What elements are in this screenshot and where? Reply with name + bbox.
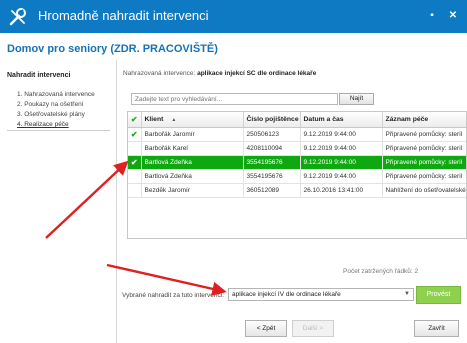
cell-klient: Barbořák Karel bbox=[141, 141, 244, 156]
replaced-label: Nahrazovaná intervence: bbox=[123, 70, 196, 77]
checkmark-icon: ✔ bbox=[130, 157, 138, 167]
cell-cislo: 360512089 bbox=[243, 183, 301, 198]
next-button[interactable]: Další > bbox=[292, 320, 334, 337]
wizard-step-2[interactable]: 2. Poukazy na ošetření bbox=[17, 100, 95, 110]
chevron-down-icon: ▼ bbox=[404, 291, 410, 297]
wizard-sidebar: Nahradit intervenci 1. Nahrazovaná inter… bbox=[0, 68, 112, 343]
cell-zaznam: Připravené pomůcky: steril bbox=[382, 169, 466, 184]
row-checkbox[interactable] bbox=[128, 169, 142, 184]
cell-cislo: 3554195676 bbox=[243, 169, 301, 184]
column-header-datum[interactable]: Datum a čas bbox=[300, 112, 383, 128]
close-button[interactable]: Zavřít bbox=[414, 320, 459, 337]
title-bar: Hromadně nahradit intervenci ▪ ✕ bbox=[0, 0, 467, 33]
page-title: Domov pro seniory (ZDR. PRACOVIŠTĚ) bbox=[7, 43, 218, 55]
cell-datum: 9.12.2019 9:44:00 bbox=[300, 169, 383, 184]
column-header-zaznam[interactable]: Záznam péče bbox=[382, 112, 466, 128]
replacement-label: Vybrané nahradit za tuto intervenci: bbox=[122, 292, 225, 299]
close-icon[interactable]: ✕ bbox=[447, 9, 459, 23]
cell-zaznam: Připravené pomůcky: steril bbox=[382, 127, 466, 142]
cell-datum: 9.12.2019 9:44:00 bbox=[300, 141, 383, 156]
replaced-value: aplikace injekcí SC dle ordinace lékaře bbox=[197, 70, 317, 77]
wizard-step-1[interactable]: 1. Nahrazovaná intervence bbox=[17, 90, 95, 100]
apply-button[interactable]: Provést bbox=[416, 286, 461, 304]
table-header: ✔ Klient ▲ Číslo pojištěnce Datum a čas Z… bbox=[128, 112, 466, 128]
context-suffix: (ZDR. PRACOVIŠTĚ) bbox=[110, 43, 218, 55]
row-checkbox[interactable] bbox=[128, 141, 142, 156]
cell-zaznam: Nahlížení do ošetřovatelské bbox=[382, 183, 466, 198]
checkmark-icon: ✔ bbox=[130, 129, 138, 139]
cell-klient: Barbořák Jaromír bbox=[141, 127, 244, 142]
cell-datum: 26.10.2016 13:41:00 bbox=[300, 183, 383, 198]
table-row[interactable]: Barbořák Karel 4208110094 9.12.2019 9:44… bbox=[128, 141, 466, 156]
sort-asc-icon: ▲ bbox=[171, 116, 177, 123]
wrench-screwdriver-icon bbox=[9, 8, 26, 26]
back-button[interactable]: < Zpět bbox=[245, 320, 287, 337]
main-panel: Nahrazovaná intervence: aplikace injekcí… bbox=[116, 60, 467, 343]
replacement-selected-value: aplikace injekcí IV dle ordinace lékaře bbox=[232, 291, 341, 298]
cell-datum: 9.12.2019 9:44:00 bbox=[300, 127, 383, 142]
column-header-cislo[interactable]: Číslo pojištěnce bbox=[243, 112, 301, 128]
care-records-table: ✔ Klient ▲ Číslo pojištěnce Datum a čas Z… bbox=[127, 111, 467, 239]
replacement-select[interactable]: aplikace injekcí IV dle ordinace lékaře … bbox=[228, 288, 414, 301]
wizard-step-4[interactable]: 4. Realizace péče bbox=[17, 120, 95, 130]
cell-zaznam: Připravené pomůcky: steril bbox=[382, 155, 466, 170]
cell-cislo: 250506123 bbox=[243, 127, 301, 142]
table-row-selected[interactable]: ✔ Bartlová Zdeňka 3554195676 9.12.2019 9… bbox=[128, 155, 466, 170]
context-name: Domov pro seniory bbox=[7, 43, 108, 55]
check-all-icon[interactable]: ✔ bbox=[128, 112, 142, 128]
wizard-step-3[interactable]: 3. Ošetřovatelské plány bbox=[17, 110, 95, 120]
replaced-intervention: Nahrazovaná intervence: aplikace injekcí… bbox=[123, 70, 316, 77]
cell-klient: Bartlová Zdeňka bbox=[141, 169, 244, 184]
search-button[interactable]: Najít bbox=[339, 93, 374, 105]
row-checkbox[interactable]: ✔ bbox=[128, 155, 142, 170]
table-row[interactable]: Bezdĕk Jaromír 360512089 26.10.2016 13:4… bbox=[128, 183, 466, 198]
cell-cislo: 4208110094 bbox=[243, 141, 301, 156]
cell-klient: Bartlová Zdeňka bbox=[141, 155, 244, 170]
row-checkbox[interactable]: ✔ bbox=[128, 127, 142, 142]
cell-zaznam: Připravené pomůcky: steril bbox=[382, 141, 466, 156]
sidebar-title: Nahradit intervenci bbox=[7, 72, 71, 79]
menu-icon[interactable]: ▪ bbox=[426, 9, 438, 23]
cell-klient: Bezdĕk Jaromír bbox=[141, 183, 244, 198]
row-checkbox[interactable] bbox=[128, 183, 142, 198]
checked-row-count: Počet zatržených řádků: 2 bbox=[343, 268, 419, 275]
table-row[interactable]: ✔ Barbořák Jaromír 250506123 9.12.2019 9… bbox=[128, 127, 466, 142]
table-row[interactable]: Bartlová Zdeňka 3554195676 9.12.2019 9:4… bbox=[128, 169, 466, 184]
cell-datum: 9.12.2019 9:44:00 bbox=[300, 155, 383, 170]
search-input[interactable] bbox=[131, 93, 338, 105]
column-header-klient[interactable]: Klient ▲ bbox=[141, 112, 244, 128]
sidebar-divider bbox=[7, 130, 110, 131]
wizard-steps: 1. Nahrazovaná intervence 2. Poukazy na … bbox=[17, 90, 95, 130]
cell-cislo: 3554195676 bbox=[243, 155, 301, 170]
window-title: Hromadně nahradit intervenci bbox=[38, 8, 209, 23]
